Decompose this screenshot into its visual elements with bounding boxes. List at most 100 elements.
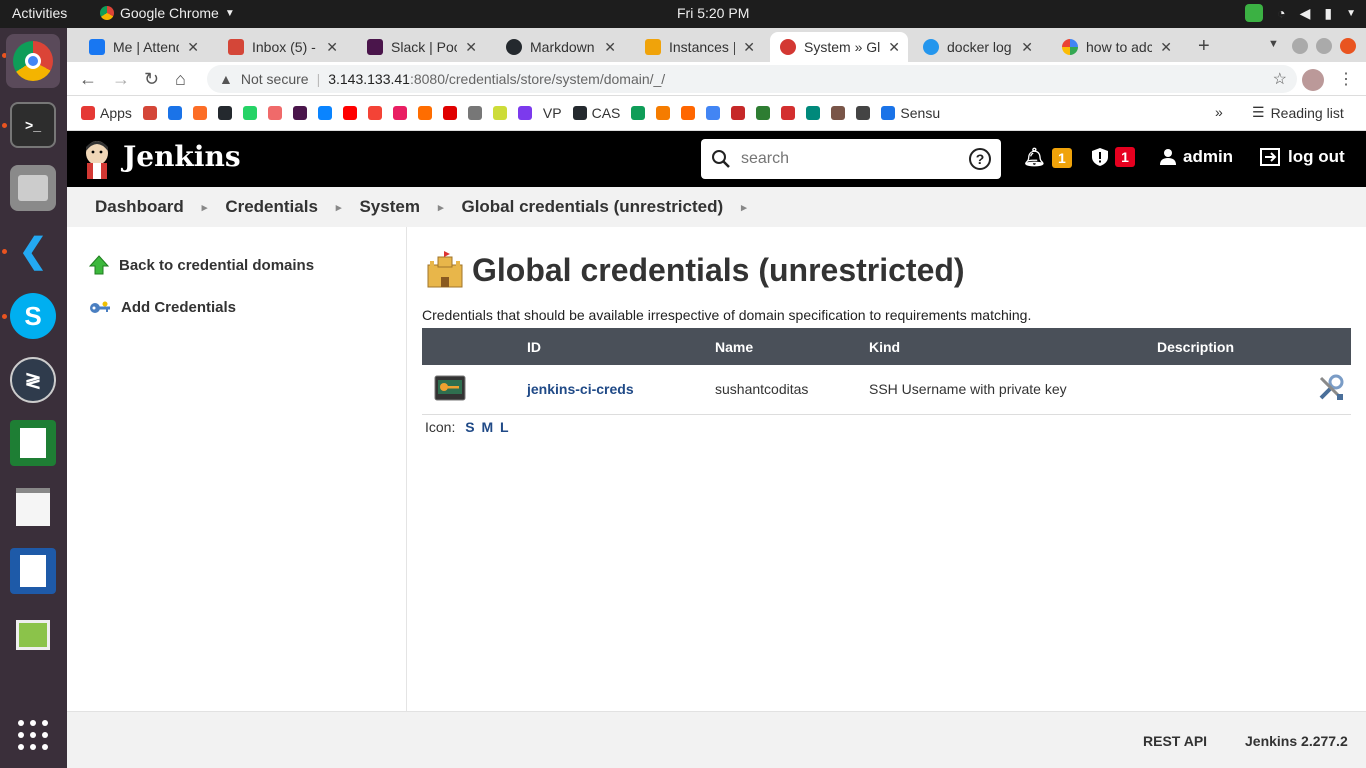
browser-tab[interactable]: Slack | Poo ✕ [357, 32, 485, 62]
bookmark-item[interactable] [492, 106, 507, 120]
browser-tab[interactable]: Instances | ✕ [635, 32, 763, 62]
more-bookmarks-button[interactable]: » [1215, 104, 1223, 120]
chrome-menu-icon[interactable]: ⋮ [1338, 69, 1354, 89]
close-icon[interactable]: ✕ [743, 39, 755, 56]
dock-vscode[interactable]: ❮ [10, 228, 56, 274]
maximize-button[interactable] [1316, 38, 1332, 54]
reload-button[interactable]: ↻ [144, 69, 159, 90]
column-header-name[interactable]: Name [715, 328, 869, 365]
breadcrumb-system[interactable]: System [359, 197, 419, 217]
close-icon[interactable]: ✕ [465, 39, 477, 56]
clock[interactable]: Fri 5:20 PM [677, 5, 749, 21]
column-header-kind[interactable]: Kind [869, 328, 1157, 365]
dock-spreadsheet[interactable] [10, 420, 56, 466]
app-menu[interactable]: Google Chrome ▼ [100, 5, 235, 21]
browser-tab[interactable]: Inbox (5) - p ✕ [218, 32, 346, 62]
bookmark-item[interactable]: Sensu [881, 105, 940, 121]
browser-tab-active[interactable]: System » Gl ✕ [770, 32, 908, 62]
close-icon[interactable]: ✕ [326, 39, 338, 56]
browser-tab[interactable]: docker log ✕ [913, 32, 1041, 62]
bookmark-item[interactable] [367, 106, 382, 120]
bookmark-item[interactable] [267, 106, 282, 120]
bookmark-item[interactable] [392, 106, 407, 120]
bookmark-item[interactable] [806, 106, 821, 120]
close-window-button[interactable] [1340, 38, 1356, 54]
dock-chrome[interactable] [6, 34, 60, 88]
bookmark-item[interactable] [192, 106, 207, 120]
search-input[interactable] [741, 150, 961, 168]
system-tray[interactable]: ◔ ◀ ▮ ▼ [1245, 4, 1356, 22]
dock-writer[interactable] [10, 548, 56, 594]
jenkins-brand[interactable]: Jenkins [123, 140, 241, 173]
configure-wrench-icon[interactable] [1317, 374, 1345, 402]
close-icon[interactable]: ✕ [604, 39, 616, 56]
tab-search-icon[interactable]: ▼ [1268, 38, 1284, 54]
credential-id-link[interactable]: jenkins-ci-creds [527, 381, 634, 397]
breadcrumb-credentials[interactable]: Credentials [225, 197, 318, 217]
logout-link[interactable]: log out [1260, 147, 1345, 167]
back-button[interactable]: ← [79, 69, 97, 90]
bookmark-item[interactable] [442, 106, 457, 120]
show-apps-icon[interactable] [18, 720, 48, 750]
close-icon[interactable]: ✕ [888, 39, 900, 56]
sidebar-item-back-to-domains[interactable]: Back to credential domains [89, 255, 314, 275]
breadcrumb-global-credentials[interactable]: Global credentials (unrestricted) [461, 197, 723, 217]
dock-text-editor[interactable] [10, 484, 56, 530]
bookmark-item[interactable] [517, 106, 532, 120]
chevron-right-icon[interactable]: ▸ [438, 201, 444, 214]
breadcrumb-dashboard[interactable]: Dashboard [95, 197, 184, 217]
bookmark-item[interactable] [342, 106, 357, 120]
dock-terminal[interactable]: >_ [10, 102, 56, 148]
column-header-id[interactable]: ID [527, 328, 715, 365]
omnibox[interactable]: ▲ Not secure | 3.143.133.41:8080/credent… [207, 65, 1297, 93]
dock-skype[interactable]: S [10, 293, 56, 339]
bookmark-item[interactable] [467, 106, 482, 120]
bookmark-item[interactable] [706, 106, 721, 120]
bookmark-item[interactable] [631, 106, 646, 120]
forward-button[interactable]: → [112, 69, 130, 90]
dock-files[interactable] [10, 165, 56, 211]
bookmark-item[interactable]: VP [543, 105, 562, 121]
browser-tab[interactable]: Me | Attend ✕ [79, 32, 207, 62]
rest-api-link[interactable]: REST API [1143, 733, 1207, 749]
bookmark-item[interactable] [731, 106, 746, 120]
icon-size-large[interactable]: L [500, 419, 509, 435]
icon-size-small[interactable]: S [465, 419, 474, 435]
chevron-right-icon[interactable]: ▸ [202, 201, 208, 214]
bookmark-item[interactable] [831, 106, 846, 120]
bookmark-item[interactable] [292, 106, 307, 120]
bookmark-item[interactable] [781, 106, 796, 120]
bookmark-item[interactable] [681, 106, 696, 120]
bookmark-item[interactable] [167, 106, 182, 120]
jenkins-logo-icon[interactable] [81, 139, 113, 179]
column-header-description[interactable]: Description [1157, 328, 1291, 365]
chevron-right-icon[interactable]: ▸ [336, 201, 342, 214]
browser-tab[interactable]: how to adc ✕ [1052, 32, 1180, 62]
jenkins-version-link[interactable]: Jenkins 2.277.2 [1245, 733, 1348, 749]
activities-button[interactable]: Activities [12, 5, 67, 21]
not-secure-label[interactable]: Not secure [241, 71, 309, 87]
browser-tab[interactable]: Markdown ✕ [496, 32, 624, 62]
reading-list-button[interactable]: ☰ Reading list [1252, 104, 1344, 121]
bookmark-item[interactable]: CAS [572, 105, 620, 121]
home-button[interactable]: ⌂ [175, 69, 186, 90]
notifications-button[interactable]: 🔔︎ 1 [1023, 147, 1072, 168]
close-icon[interactable]: ✕ [1160, 39, 1172, 56]
profile-avatar[interactable] [1302, 69, 1324, 91]
help-icon[interactable]: ? [969, 148, 991, 170]
dock-image-viewer[interactable] [10, 612, 56, 658]
icon-size-medium[interactable]: M [481, 419, 493, 435]
bookmark-item[interactable] [856, 106, 871, 120]
bookmark-item[interactable]: Apps [81, 105, 132, 121]
dock-sublime-merge[interactable]: ≷ [10, 357, 56, 403]
sidebar-item-add-credentials[interactable]: Add Credentials [89, 299, 236, 316]
user-link[interactable]: admin [1159, 147, 1233, 167]
bookmark-item[interactable] [317, 106, 332, 120]
bookmark-item[interactable] [142, 106, 157, 120]
bookmark-item[interactable] [756, 106, 771, 120]
bookmark-item[interactable] [656, 106, 671, 120]
new-tab-button[interactable]: + [1198, 35, 1210, 58]
security-button[interactable]: 1 [1091, 147, 1135, 167]
chevron-right-icon[interactable]: ▸ [741, 201, 747, 214]
bookmark-star-icon[interactable]: ☆ [1273, 69, 1287, 89]
